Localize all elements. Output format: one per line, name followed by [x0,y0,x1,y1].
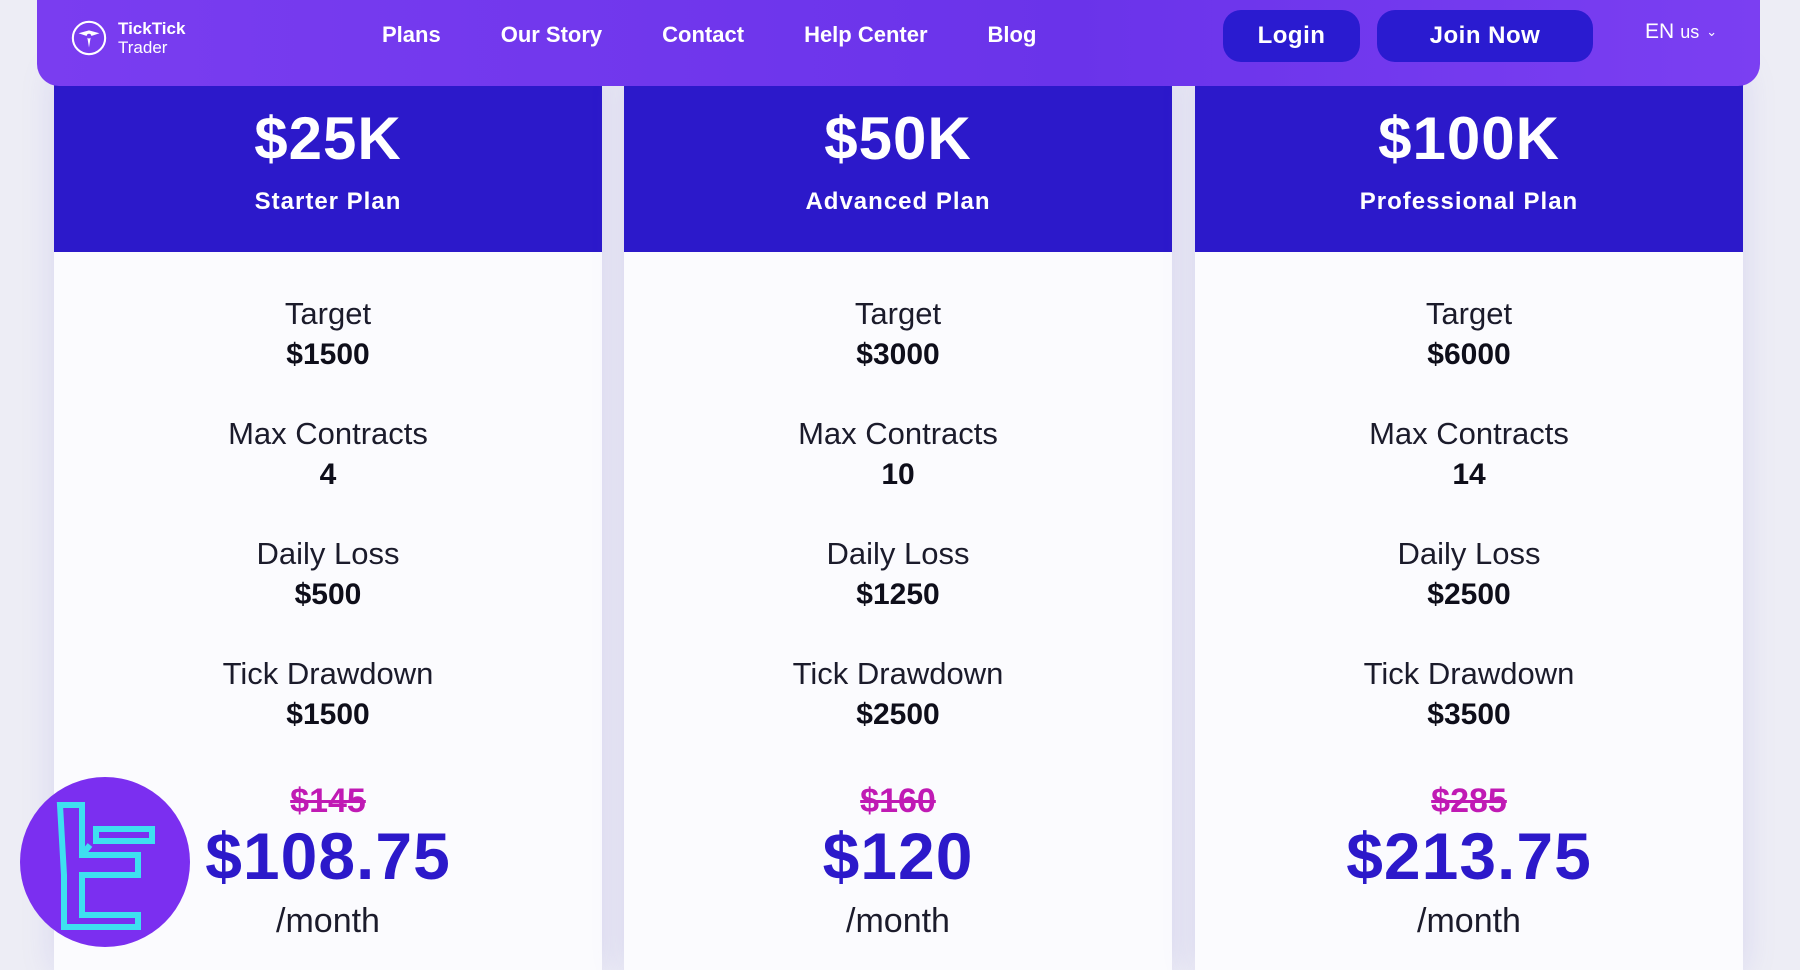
price-period: /month [846,902,950,940]
stat-label: Target [1425,296,1513,331]
stat-label: Tick Drawdown [1363,656,1575,691]
plan-daily-loss: Daily Loss $500 [54,536,602,612]
plan-amount: $25K [254,105,402,172]
plan-header: $50K Advanced Plan [624,70,1172,252]
nav-link-plans[interactable]: Plans [382,22,441,48]
login-button[interactable]: Login [1223,10,1360,62]
language-region: us [1680,21,1700,42]
discounted-price: $120 [822,819,974,893]
brand-line-1: TickTick [118,19,186,38]
stat-label: Daily Loss [826,536,970,571]
stat-value: $500 [294,578,362,611]
stat-label: Target [854,296,942,331]
stat-label: Max Contracts [1369,416,1569,451]
top-navbar: TickTick Trader Plans Our Story Contact … [37,0,1760,86]
original-price: $285 [1431,782,1507,820]
plan-tick-drawdown: Tick Drawdown $3500 [1195,656,1743,732]
stat-value: $1250 [856,578,940,611]
plan-max-contracts: Max Contracts 14 [1195,416,1743,492]
plan-header: $25K Starter Plan [54,70,602,252]
original-price: $160 [860,782,936,820]
stat-label: Tick Drawdown [222,656,434,691]
stat-label: Daily Loss [1397,536,1541,571]
ticktick-logo-icon [71,20,107,56]
stat-label: Target [284,296,372,331]
brand-logo[interactable]: TickTick Trader [70,16,185,60]
nav-link-help-center[interactable]: Help Center [804,22,927,48]
main-nav: Plans Our Story Contact Help Center Blog [382,0,1096,70]
stat-value: $2500 [1427,578,1511,611]
plan-name: Advanced Plan [805,188,991,215]
language-code: EN [1645,20,1675,43]
chevron-down-icon: ⌄ [1706,24,1718,39]
stat-label: Max Contracts [228,416,428,451]
stat-value: 4 [319,458,337,491]
plan-name: Professional Plan [1359,188,1579,215]
plan-amount: $50K [824,105,972,172]
stat-value: $3000 [856,338,940,371]
stat-label: Tick Drawdown [792,656,1004,691]
join-now-button[interactable]: Join Now [1377,10,1593,62]
plan-daily-loss: Daily Loss $2500 [1195,536,1743,612]
stat-label: Max Contracts [798,416,998,451]
stat-value: $1500 [286,338,370,371]
stat-value: $6000 [1427,338,1511,371]
language-selector[interactable]: EN us ⌄ [1645,20,1717,44]
pricing-plans: $25K Starter Plan Target $1500 Max Contr… [0,0,1800,970]
plan-tick-drawdown: Tick Drawdown $2500 [624,656,1172,732]
plan-target: Target $1500 [54,296,602,372]
nav-link-blog[interactable]: Blog [988,22,1037,48]
plan-amount: $100K [1378,105,1560,172]
plan-daily-loss: Daily Loss $1250 [624,536,1172,612]
brand-name: TickTick Trader [118,19,185,57]
stat-value: $2500 [856,698,940,731]
nav-link-contact[interactable]: Contact [662,22,744,48]
stat-label: Daily Loss [256,536,400,571]
stat-value: $1500 [286,698,370,731]
plan-card-professional: $100K Professional Plan Target $6000 Max… [1195,70,1743,970]
price-period: /month [1417,902,1521,940]
plan-header: $100K Professional Plan [1195,70,1743,252]
plan-tick-drawdown: Tick Drawdown $1500 [54,656,602,732]
plan-name: Starter Plan [254,188,402,215]
brand-line-2: Trader [118,38,168,57]
plan-card-advanced: $50K Advanced Plan Target $3000 Max Cont… [624,70,1172,970]
stat-value: $3500 [1427,698,1511,731]
watermark-logo [20,777,190,947]
plan-max-contracts: Max Contracts 10 [624,416,1172,492]
discounted-price: $213.75 [1346,819,1592,893]
stat-value: 10 [881,458,915,491]
plan-target: Target $3000 [624,296,1172,372]
stat-value: 14 [1452,458,1486,491]
nav-link-our-story[interactable]: Our Story [501,22,602,48]
plan-target: Target $6000 [1195,296,1743,372]
plan-max-contracts: Max Contracts 4 [54,416,602,492]
